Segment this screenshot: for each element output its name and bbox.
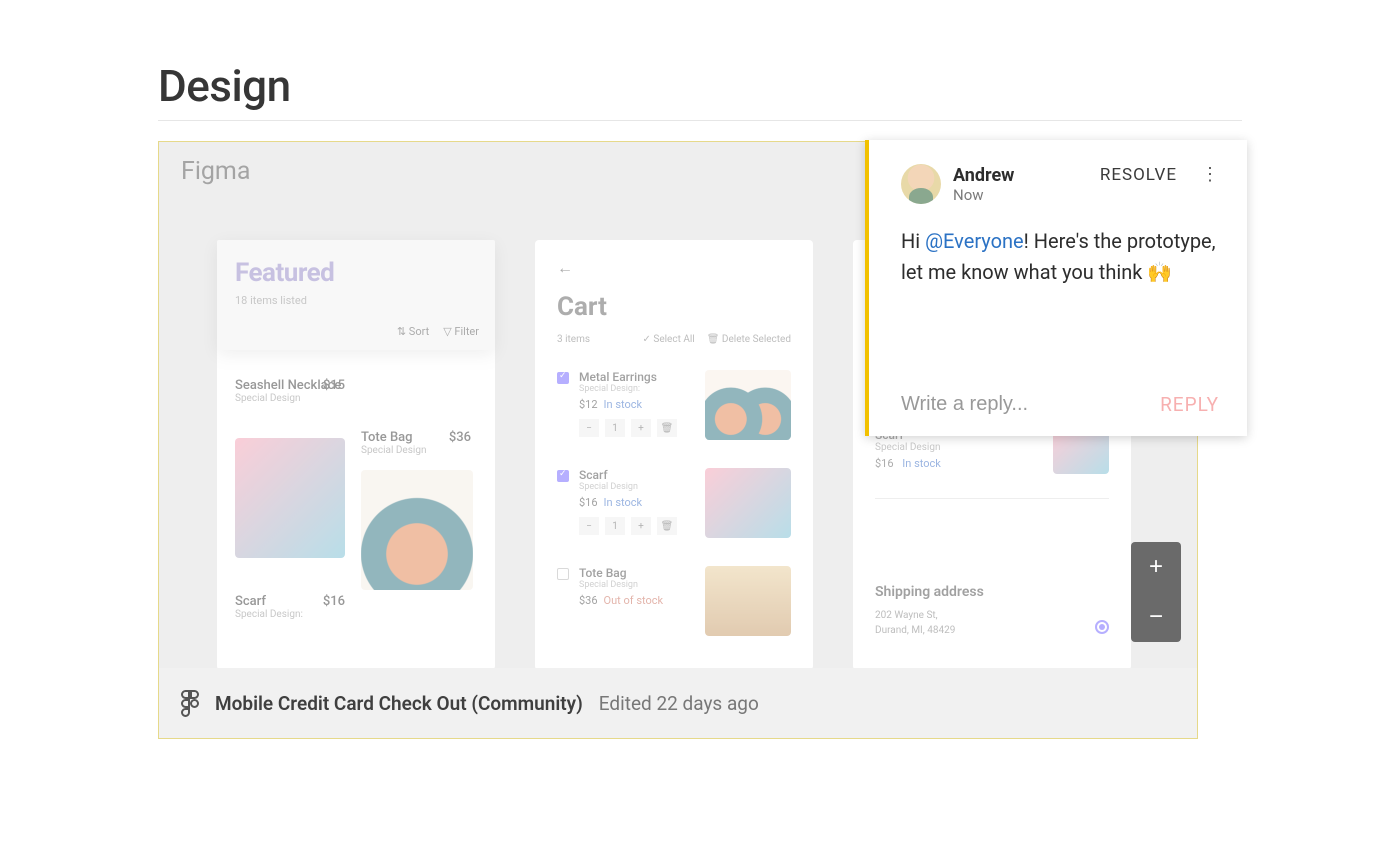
figma-label: Figma — [181, 157, 250, 186]
product-price: $16 — [323, 594, 345, 609]
comment-card: Andrew Now RESOLVE ⋮ Hi @Everyone! Here'… — [865, 140, 1247, 436]
featured-subtitle: 18 items listed — [235, 294, 477, 307]
artboard-cart[interactable]: ← Cart 3 items ✓ Select All 🗑 Delete Sel… — [535, 240, 813, 668]
comment-time: Now — [953, 186, 1014, 204]
cart-title: Cart — [557, 292, 791, 322]
comment-body: Hi @Everyone! Here's the prototype, let … — [901, 226, 1219, 288]
mention[interactable]: @Everyone — [925, 229, 1024, 253]
more-menu-icon[interactable]: ⋮ — [1201, 164, 1219, 185]
product-sub: Special Design — [235, 393, 345, 404]
cart-count: 3 items — [557, 334, 590, 345]
cart-item[interactable]: Metal Earrings Special Design: $12In sto… — [557, 370, 791, 437]
featured-header-card: Featured 18 items listed ⇅ Sort ▽ Filter — [217, 240, 495, 350]
sort-button[interactable]: ⇅ Sort — [397, 325, 429, 338]
reply-input[interactable] — [901, 393, 1121, 416]
cart-item-sub: Special Design — [579, 482, 677, 492]
raised-hands-emoji-icon: 🙌 — [1147, 257, 1172, 288]
zoom-controls: + − — [1131, 542, 1181, 642]
checkbox-icon[interactable] — [557, 568, 569, 580]
reply-button[interactable]: REPLY — [1160, 393, 1219, 416]
zoom-in-button[interactable]: + — [1131, 542, 1181, 592]
shipping-address[interactable]: Shipping address 202 Wayne St, Durand, M… — [875, 584, 1109, 638]
back-arrow-icon[interactable]: ← — [557, 258, 791, 278]
quantity-stepper[interactable]: −1+🗑 — [579, 419, 677, 437]
cart-item-name: Tote Bag — [579, 566, 663, 580]
quantity-stepper[interactable]: −1+🗑 — [579, 517, 677, 535]
address-line: 202 Wayne St, — [875, 608, 1109, 623]
product-price: $15 — [323, 378, 345, 393]
cart-item-name: Metal Earrings — [579, 370, 677, 384]
avatar — [901, 164, 941, 204]
delete-selected-button[interactable]: 🗑 Delete Selected — [707, 334, 791, 345]
file-name[interactable]: Mobile Credit Card Check Out (Community) — [215, 692, 583, 715]
page-title: Design — [158, 60, 1242, 112]
filter-button[interactable]: ▽ Filter — [443, 325, 479, 338]
resolve-button[interactable]: RESOLVE — [1100, 165, 1177, 185]
product-sub: Special Design — [361, 445, 471, 456]
edited-label: Edited 22 days ago — [599, 692, 759, 715]
comment-author: Andrew — [953, 165, 1014, 186]
radio-selected-icon[interactable] — [1095, 620, 1109, 634]
product-price: $36 — [449, 430, 471, 445]
select-all-button[interactable]: ✓ Select All — [643, 334, 695, 345]
figma-logo-icon — [181, 690, 199, 716]
cart-item-sub: Special Design: — [579, 384, 677, 394]
divider — [158, 120, 1242, 121]
figma-footer: Mobile Credit Card Check Out (Community)… — [159, 668, 1197, 738]
shipping-title: Shipping address — [875, 584, 1109, 600]
checkbox-icon[interactable] — [557, 470, 569, 482]
product-sub: Special Design: — [235, 609, 345, 620]
zoom-out-button[interactable]: − — [1131, 592, 1181, 642]
address-line: Durand, MI, 48429 — [875, 623, 1109, 638]
cart-item-name: Scarf — [579, 468, 677, 482]
cart-item[interactable]: Scarf Special Design $16In stock −1+🗑 — [557, 468, 791, 535]
cart-item[interactable]: Tote Bag Special Design $36Out of stock — [557, 566, 791, 607]
featured-title: Featured — [235, 258, 477, 288]
cart-item-sub: Special Design — [579, 580, 663, 590]
checkbox-icon[interactable] — [557, 372, 569, 384]
